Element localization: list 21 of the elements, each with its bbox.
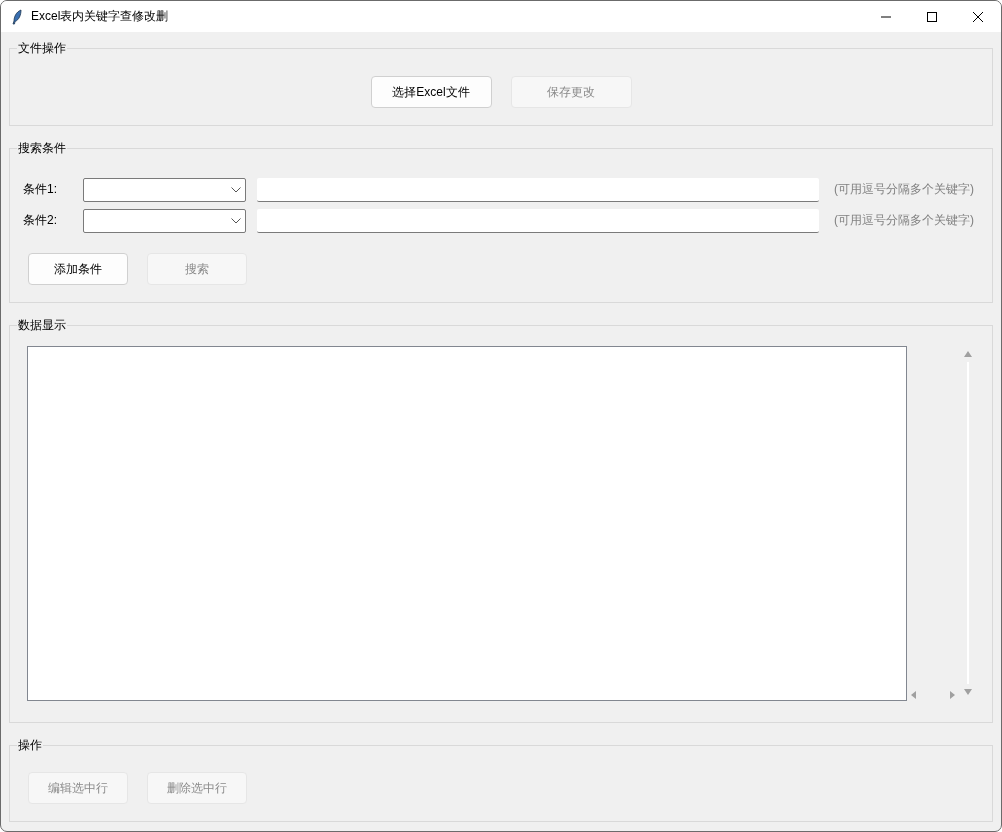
hint-text: (可用逗号分隔多个关键字): [834, 181, 974, 198]
group-title: 搜索条件: [17, 140, 67, 157]
chevron-down-icon: [231, 217, 241, 224]
feather-icon: [11, 8, 23, 25]
add-condition-button[interactable]: 添加条件: [28, 253, 128, 285]
horizontal-scrollbar[interactable]: [909, 689, 957, 701]
window-title: Excel表内关键字查修改删: [31, 8, 169, 25]
group-title: 文件操作: [17, 40, 67, 57]
column-dropdown[interactable]: [83, 208, 246, 233]
select-file-button[interactable]: 选择Excel文件: [370, 76, 492, 108]
group-title: 操作: [17, 737, 43, 754]
chevron-down-icon: [231, 186, 241, 193]
keyword-input-field[interactable]: [257, 177, 819, 202]
maximize-icon: [927, 11, 937, 22]
keyword-input-field[interactable]: [257, 208, 819, 233]
condition-label: 条件2:: [22, 212, 58, 229]
group-title: 数据显示: [17, 317, 67, 334]
condition-label: 条件1:: [22, 181, 58, 198]
close-icon: [973, 11, 983, 22]
hint-text: (可用逗号分隔多个关键字): [834, 212, 974, 229]
column-dropdown[interactable]: [83, 177, 246, 202]
